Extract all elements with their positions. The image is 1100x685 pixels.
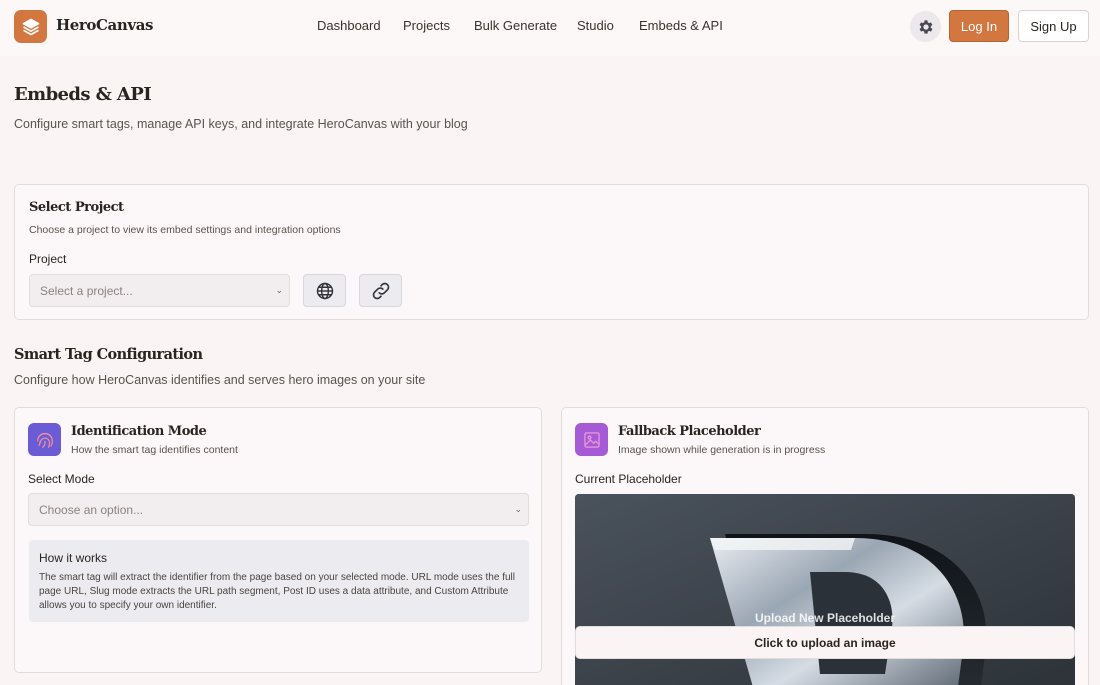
identification-title: Identification Mode [71, 424, 207, 439]
fingerprint-icon [36, 432, 53, 448]
nav-bulk-generate[interactable]: Bulk Generate [474, 18, 557, 33]
copy-link-button[interactable] [359, 274, 402, 307]
fallback-subtitle: Image shown while generation is in progr… [618, 444, 826, 456]
signup-button[interactable]: Sign Up [1018, 10, 1089, 42]
fallback-title: Fallback Placeholder [618, 424, 761, 439]
smart-tag-title: Smart Tag Configuration [14, 346, 203, 363]
fallback-icon-tile [575, 423, 608, 456]
current-placeholder-label: Current Placeholder [575, 472, 682, 486]
brand-logo[interactable] [14, 10, 47, 43]
identification-icon-tile [28, 423, 61, 456]
upload-overlay-label: Upload New Placeholder [754, 611, 896, 625]
page-subtitle: Configure smart tags, manage API keys, a… [14, 117, 468, 131]
project-select-placeholder: Select a project... [40, 283, 133, 298]
how-it-works-box: How it works The smart tag will extract … [29, 540, 529, 622]
page-title: Embeds & API [14, 84, 152, 105]
upload-image-button[interactable]: Click to upload an image [575, 626, 1075, 659]
link-icon [372, 282, 389, 299]
settings-button[interactable] [910, 11, 941, 42]
nav-studio[interactable]: Studio [577, 18, 614, 33]
open-site-button[interactable] [303, 274, 346, 307]
fallback-placeholder-card: Fallback Placeholder Image shown while g… [561, 407, 1089, 685]
mode-field-label: Select Mode [28, 472, 95, 486]
image-icon [583, 431, 600, 448]
identification-subtitle: How the smart tag identifies content [71, 444, 238, 456]
select-project-title: Select Project [29, 200, 124, 215]
how-it-works-title: How it works [39, 551, 108, 565]
layers-icon [22, 18, 39, 35]
chevron-down-icon: ⌄ [275, 285, 283, 295]
brand-name[interactable]: HeroCanvas [56, 16, 153, 34]
how-it-works-text: The smart tag will extract the identifie… [39, 572, 515, 611]
project-select[interactable]: Select a project... ⌄ [29, 274, 290, 307]
globe-icon [316, 282, 333, 299]
identification-mode-card: Identification Mode How the smart tag id… [14, 407, 542, 673]
mode-select[interactable]: Choose an option... ⌄ [28, 493, 529, 526]
select-project-card: Select Project Choose a project to view … [14, 184, 1089, 320]
project-field-label: Project [29, 252, 67, 266]
nav-projects[interactable]: Projects [403, 18, 450, 33]
select-project-subtitle: Choose a project to view its embed setti… [29, 224, 341, 236]
chevron-down-icon: ⌄ [514, 504, 522, 514]
placeholder-image[interactable]: Upload New Placeholder Click to upload a… [575, 494, 1075, 685]
nav-dashboard[interactable]: Dashboard [317, 18, 381, 33]
top-nav-bar: HeroCanvas Dashboard Projects Bulk Gener… [0, 0, 1100, 56]
mode-select-placeholder: Choose an option... [39, 502, 144, 517]
login-button[interactable]: Log In [949, 10, 1009, 42]
smart-tag-subtitle: Configure how HeroCanvas identifies and … [14, 373, 426, 387]
gear-icon [919, 19, 932, 34]
nav-embeds-api[interactable]: Embeds & API [639, 18, 723, 33]
